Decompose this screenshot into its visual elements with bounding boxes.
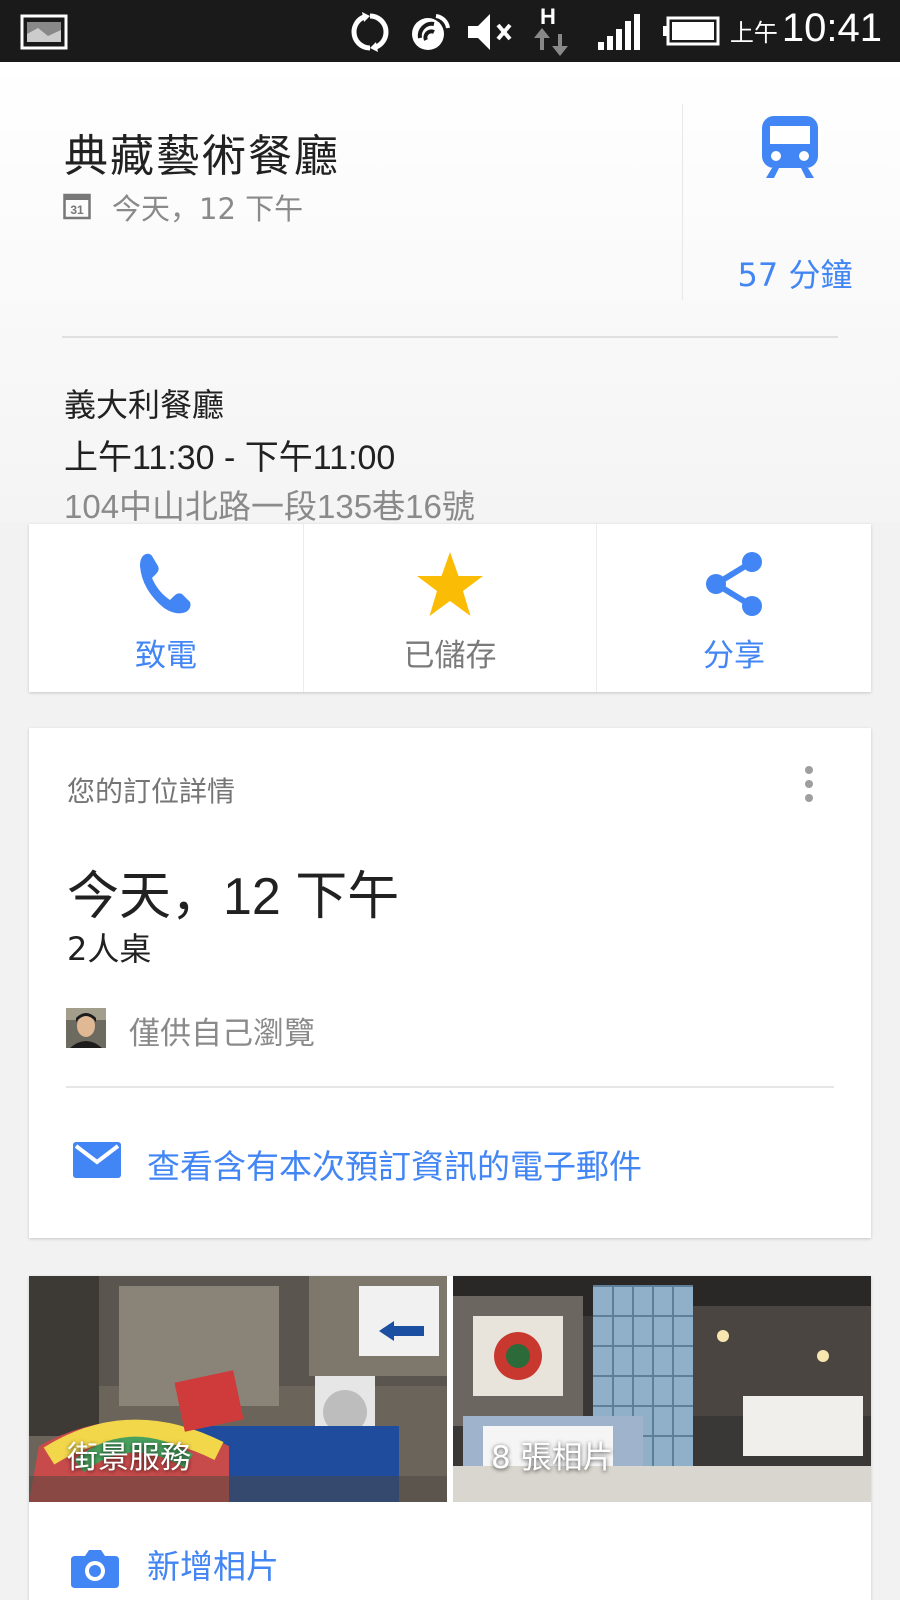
share-icon	[706, 552, 762, 616]
camera-icon	[71, 1550, 119, 1588]
transit-duration: 57 分鐘	[737, 256, 853, 294]
place-address[interactable]: 104中山北路一段135巷16號	[64, 480, 475, 528]
email-icon	[73, 1142, 121, 1178]
clock-ampm: 上午	[729, 20, 778, 47]
place-category: 義大利餐廳	[64, 386, 225, 424]
street-view-thumbnail[interactable]: 街景服務	[29, 1276, 447, 1502]
reservation-card: 您的訂位詳情 今天，12 下午 2人桌 僅供自己瀏覽 查看含有本次預訂資訊的電子…	[29, 728, 871, 1238]
sync-icon	[351, 12, 389, 52]
place-title: 典藏藝術餐廳	[64, 131, 340, 182]
call-button[interactable]: 致電	[29, 524, 303, 692]
view-email-link[interactable]: 查看含有本次預訂資訊的電子郵件	[29, 1128, 871, 1198]
save-button[interactable]: 已儲存	[303, 524, 597, 692]
transit-divider	[682, 104, 683, 300]
share-button[interactable]: 分享	[597, 524, 871, 692]
street-view-label: 街景服務	[67, 1440, 191, 1476]
saved-label: 已儲存	[403, 638, 497, 674]
clock-time: 10:41	[781, 6, 882, 50]
mute-icon	[468, 14, 512, 50]
clock: 上午 10:41	[730, 6, 882, 51]
avatar	[66, 1008, 106, 1048]
signal-icon	[598, 14, 640, 50]
divider	[62, 336, 838, 338]
calendar-icon: 31	[63, 193, 91, 220]
add-photo-label: 新增相片	[147, 1547, 279, 1586]
gallery-icon	[20, 14, 68, 50]
divider	[66, 1086, 834, 1088]
star-icon	[417, 552, 483, 616]
call-label: 致電	[135, 638, 197, 674]
battery-icon	[663, 16, 720, 46]
train-icon	[762, 116, 818, 178]
data-h-icon: H	[534, 4, 568, 56]
calendar-day: 31	[70, 203, 84, 217]
phone-icon	[140, 553, 191, 614]
photos-thumbnail[interactable]: 8 張相片	[453, 1276, 871, 1502]
more-options-icon[interactable]	[803, 764, 815, 804]
opening-hours: 上午11:30 - 下午11:00	[64, 439, 396, 477]
status-bar: H 上午 10:41	[0, 0, 900, 62]
actions-card: 致電 已儲存 分享	[29, 524, 871, 692]
view-email-label: 查看含有本次預訂資訊的電子郵件	[147, 1147, 642, 1186]
directions-button[interactable]: 57 分鐘	[700, 102, 890, 294]
nfc-icon	[412, 14, 450, 50]
visibility-text: 僅供自己瀏覽	[129, 1016, 315, 1052]
reservation-heading: 您的訂位詳情	[67, 775, 236, 808]
photos-card: 街景服務 8 張相片 新增相片	[29, 1276, 871, 1600]
photo-count-label: 8 張相片	[491, 1440, 614, 1476]
place-header: 典藏藝術餐廳 31 今天，12 下午 57 分鐘 義大利餐廳 上午11:30 -…	[0, 62, 900, 525]
share-label: 分享	[703, 638, 765, 674]
add-photo-button[interactable]: 新增相片	[29, 1502, 871, 1600]
reservation-date: 今天，12 下午	[67, 868, 400, 926]
reservation-date-line: 今天，12 下午	[112, 192, 304, 226]
svg-text:H: H	[540, 4, 556, 29]
party-size: 2人桌	[67, 930, 152, 968]
